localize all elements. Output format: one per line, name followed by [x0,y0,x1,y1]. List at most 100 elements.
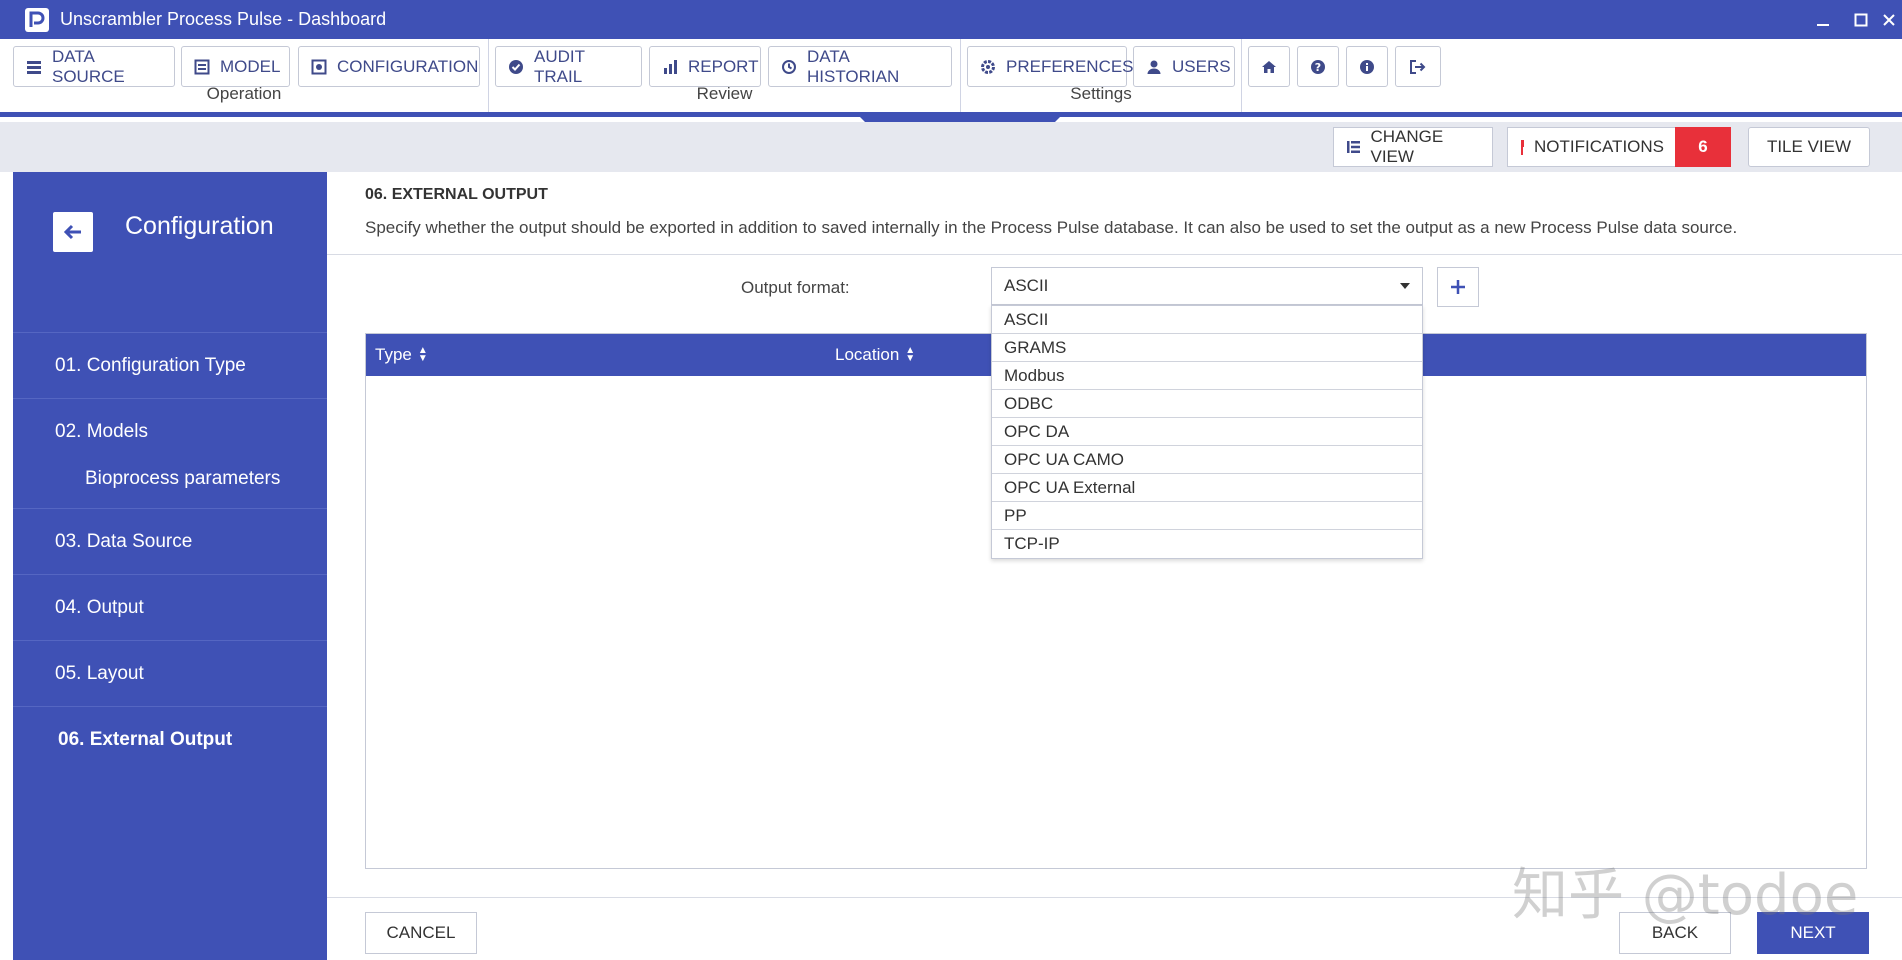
bar-chart-icon [664,59,677,74]
change-view-label: CHANGE VIEW [1370,127,1444,166]
gear-icon [981,59,995,74]
active-indicator [8,707,13,772]
sidebar-item-data-source[interactable]: 03. Data Source [13,508,327,574]
preferences-button[interactable]: PREFERENCES [967,46,1134,87]
sidebar-item-models[interactable]: 02. Models [13,398,327,508]
option-modbus[interactable]: Modbus [992,362,1422,390]
app-logo-icon [25,7,49,32]
option-tcp-ip[interactable]: TCP-IP [992,530,1422,558]
tile-view-label: TILE VIEW [1766,137,1852,156]
column-label-location: Location [835,345,900,364]
sort-icon: ▲ ▼ [905,345,916,364]
help-icon: ? [1311,59,1325,74]
option-ascii[interactable]: ASCII [992,306,1422,334]
option-grams[interactable]: GRAMS [992,334,1422,362]
sidebar-item-layout[interactable]: 05. Layout [13,640,327,706]
output-format-select[interactable]: ASCII [991,267,1423,305]
notifications-label: NOTIFICATIONS [1533,137,1664,156]
window-title: Unscrambler Process Pulse - Dashboard [60,9,387,29]
sidebar-item-label: 03. Data Source [55,530,193,552]
svg-text:?: ? [1315,61,1321,74]
view-bar: CHANGE VIEW NOTIFICATIONS 6 TILE VIEW [0,122,1902,172]
title-bar: Unscrambler Process Pulse - Dashboard [0,0,1902,39]
toolbar-group-review: AUDIT TRAIL REPORT DATA HISTORIAN Review [489,39,961,112]
change-view-button[interactable]: CHANGE VIEW [1333,127,1493,167]
audit-trail-button[interactable]: AUDIT TRAIL [495,46,642,87]
sort-icon: ▲ ▼ [417,345,428,364]
logout-button[interactable] [1395,46,1441,87]
option-opc-da[interactable]: OPC DA [992,418,1422,446]
operation-group-label: Operation [206,84,282,103]
review-group-label: Review [696,84,753,103]
toolbar-group-operation: DATA SOURCE MODEL CONFIGURATION Operatio… [0,39,489,112]
config-sidebar: Configuration 01. Configuration Type 02.… [8,172,327,960]
users-button[interactable]: USERS [1133,46,1235,87]
main-content: 06. EXTERNAL OUTPUT Specify whether the … [327,172,1902,960]
sidebar-item-label: 01. Configuration Type [55,354,246,376]
arrow-left-icon [63,224,81,240]
column-header-type[interactable]: Type ▲ ▼ [375,334,428,376]
cancel-button[interactable]: CANCEL [365,912,477,954]
option-opc-ua-external[interactable]: OPC UA External [992,474,1422,502]
user-icon [1147,60,1161,74]
column-label-type: Type [375,345,412,364]
list-view-icon [1347,141,1361,153]
audit-trail-label: AUDIT TRAIL [534,46,585,86]
add-output-button[interactable] [1437,267,1479,307]
flag-icon [1521,140,1524,155]
preferences-label: PREFERENCES [1006,56,1134,76]
data-historian-button[interactable]: DATA HISTORIAN [768,46,952,87]
history-icon [782,59,796,74]
header-divider [327,254,1902,255]
users-label: USERS [1172,56,1231,76]
minimize-icon [1817,23,1829,26]
column-header-location[interactable]: Location ▲ ▼ [835,334,915,376]
report-button[interactable]: REPORT [649,46,761,87]
data-historian-label: DATA HISTORIAN [807,46,900,86]
home-icon [1262,60,1276,73]
help-button[interactable]: ? [1297,46,1339,87]
settings-group-label: Settings [1070,84,1132,103]
sidebar-title: Configuration [125,212,274,240]
option-opc-ua-camo[interactable]: OPC UA CAMO [992,446,1422,474]
sidebar-item-label: 06. External Output [58,728,233,750]
back-arrow-button[interactable] [53,212,93,252]
watermark-text: 知乎 @todoe [1512,863,1859,928]
check-circle-icon [509,59,523,74]
configuration-button[interactable]: CONFIGURATION [298,46,480,87]
sidebar-item-label: 02. Models [55,421,148,442]
toolbar-group-settings: PREFERENCES USERS Settings [961,39,1242,112]
info-icon [1360,59,1374,74]
output-format-value: ASCII [1004,276,1049,295]
model-label: MODEL [220,56,281,76]
info-button[interactable] [1346,46,1388,87]
report-label: REPORT [688,56,759,76]
list-icon [27,60,41,74]
data-source-label: DATA SOURCE [52,46,125,86]
output-format-dropdown: ASCII GRAMS Modbus ODBC OPC DA OPC UA CA… [991,305,1423,559]
sidebar-subitem-bioprocess-parameters[interactable]: Bioprocess parameters [85,468,280,490]
page-description: Specify whether the output should be exp… [365,218,1738,237]
close-window-button[interactable] [1866,0,1902,39]
sidebar-item-external-output[interactable]: 06. External Output [8,706,327,772]
output-format-label: Output format: [741,278,850,297]
close-icon [1883,13,1895,26]
sidebar-item-output[interactable]: 04. Output [13,574,327,640]
plus-icon [1451,280,1465,294]
option-pp[interactable]: PP [992,502,1422,530]
main-toolbar: DATA SOURCE MODEL CONFIGURATION Operatio… [0,39,1902,117]
sidebar-item-configuration-type[interactable]: 01. Configuration Type [13,332,327,398]
data-source-button[interactable]: DATA SOURCE [13,46,175,87]
notifications-button[interactable]: NOTIFICATIONS [1507,127,1677,167]
notification-count-badge[interactable]: 6 [1675,127,1731,167]
caret-down-icon [1400,283,1410,289]
logout-icon [1410,59,1426,74]
configuration-label: CONFIGURATION [337,56,479,76]
home-button[interactable] [1248,46,1290,87]
page-title: 06. EXTERNAL OUTPUT [365,186,548,203]
sidebar-item-label: 05. Layout [55,662,144,684]
tile-view-button[interactable]: TILE VIEW [1748,127,1870,167]
model-button[interactable]: MODEL [181,46,290,87]
list-icon [194,59,210,74]
option-odbc[interactable]: ODBC [992,390,1422,418]
